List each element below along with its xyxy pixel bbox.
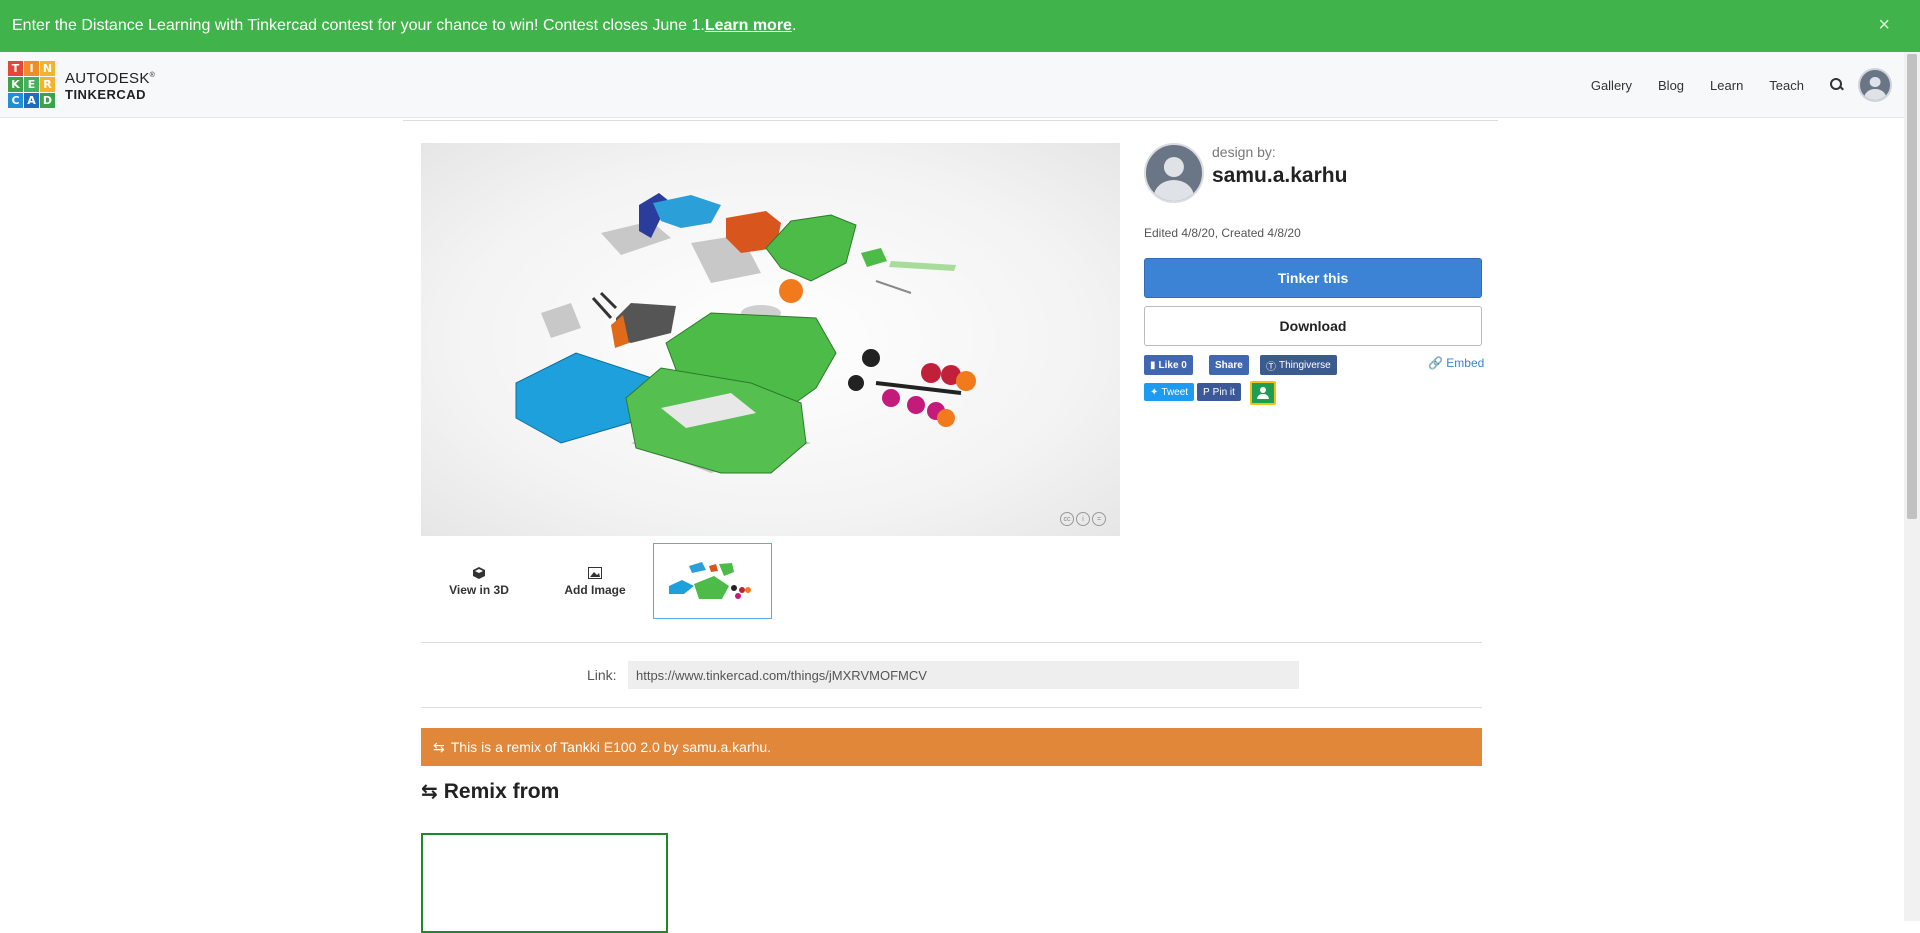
- logo-registered-mark: ®: [149, 72, 156, 79]
- thingiverse-icon: Ⓣ: [1266, 361, 1276, 373]
- link-label: Link:: [587, 667, 617, 683]
- thingiverse-button[interactable]: Ⓣ Thingiverse: [1260, 355, 1337, 375]
- design-preview-image[interactable]: cc i =: [421, 143, 1120, 536]
- logo-letter: N: [40, 61, 55, 76]
- scrollbar-thumb[interactable]: [1907, 54, 1917, 519]
- embed-label: Embed: [1446, 356, 1485, 370]
- facebook-share-button[interactable]: Share: [1209, 355, 1249, 375]
- main-nav: Gallery Blog Learn Teach: [1591, 52, 1844, 118]
- logo-autodesk: AUTODESK: [65, 70, 150, 87]
- thumbs-up-icon: ▮: [1150, 359, 1156, 371]
- designer-avatar[interactable]: [1144, 143, 1204, 203]
- close-icon[interactable]: ×: [1878, 14, 1890, 37]
- learn-more-link[interactable]: Learn more: [705, 17, 792, 35]
- thumbnail-selected[interactable]: [653, 543, 772, 619]
- nav-gallery[interactable]: Gallery: [1591, 78, 1632, 93]
- twitter-icon: ✦: [1150, 386, 1159, 398]
- remix-from-label: Remix from: [443, 779, 560, 803]
- tank-parts-render: [515, 193, 976, 474]
- nav-blog[interactable]: Blog: [1658, 78, 1684, 93]
- facebook-like-button[interactable]: ▮ Like 0: [1144, 355, 1193, 375]
- page-scrollbar[interactable]: [1904, 52, 1920, 921]
- logo-letter: R: [40, 77, 55, 92]
- logo-letter: D: [40, 93, 55, 108]
- remix-icon: ⇆: [421, 781, 438, 803]
- link-icon: 🔗: [1428, 356, 1443, 370]
- cube-icon: [473, 567, 485, 579]
- image-icon: [588, 567, 602, 579]
- divider: [421, 707, 1482, 708]
- logo-letter: C: [8, 93, 23, 108]
- add-image-label: Add Image: [564, 583, 626, 597]
- thingiverse-label: Thingiverse: [1279, 359, 1331, 371]
- pinterest-button[interactable]: P Pin it: [1197, 383, 1241, 401]
- logo-letter: I: [24, 61, 39, 76]
- logo-letter: T: [8, 61, 23, 76]
- google-classroom-icon[interactable]: [1250, 381, 1276, 405]
- sa-icon: =: [1092, 512, 1106, 526]
- search-icon[interactable]: [1830, 78, 1844, 92]
- logo-letter: K: [8, 77, 23, 92]
- nav-learn[interactable]: Learn: [1710, 78, 1743, 93]
- design-by-label: design by:: [1212, 144, 1276, 160]
- remix-source-card[interactable]: [421, 833, 668, 933]
- view-in-3d-button[interactable]: View in 3D: [421, 555, 537, 615]
- designer-name-link[interactable]: samu.a.karhu: [1212, 164, 1347, 188]
- view-in-3d-label: View in 3D: [449, 583, 509, 597]
- remix-notice-text: This is a remix of Tankki E100 2.0 by sa…: [450, 739, 772, 755]
- user-avatar[interactable]: [1858, 68, 1892, 102]
- tweet-label: Tweet: [1161, 386, 1189, 398]
- license-icons: cc i =: [1060, 512, 1106, 526]
- remix-notice: ⇆ This is a remix of Tankki E100 2.0 by …: [421, 728, 1482, 766]
- tinkercad-logo[interactable]: TIN KER CAD: [8, 61, 55, 108]
- remix-icon: ⇆: [433, 738, 445, 755]
- logo-wordmark[interactable]: AUTODESK® TINKERCAD: [65, 68, 155, 103]
- share-label: Share: [1215, 359, 1243, 371]
- pin-label: Pin it: [1212, 386, 1235, 398]
- download-button[interactable]: Download: [1144, 306, 1482, 346]
- by-icon: i: [1076, 512, 1090, 526]
- thumbnail-image: [669, 562, 751, 599]
- embed-link[interactable]: 🔗 Embed: [1428, 356, 1484, 370]
- share-link-field[interactable]: [628, 661, 1299, 689]
- edited-created-date: Edited 4/8/20, Created 4/8/20: [1144, 226, 1301, 240]
- logo-tinkercad: TINKERCAD: [65, 87, 147, 102]
- nav-teach[interactable]: Teach: [1769, 78, 1804, 93]
- logo-letter: E: [24, 77, 39, 92]
- like-label: Like 0: [1158, 359, 1187, 371]
- logo-letter: A: [24, 93, 39, 108]
- remix-from-heading: ⇆ Remix from: [421, 779, 559, 804]
- divider: [403, 120, 1498, 121]
- pinterest-icon: P: [1203, 386, 1210, 398]
- tweet-button[interactable]: ✦ Tweet: [1144, 383, 1195, 401]
- banner-text: Enter the Distance Learning with Tinkerc…: [12, 17, 705, 34]
- site-header: TIN KER CAD AUTODESK® TINKERCAD Gallery Bl…: [0, 52, 1904, 118]
- add-image-button[interactable]: Add Image: [537, 555, 653, 615]
- contest-banner: Enter the Distance Learning with Tinkerc…: [0, 0, 1920, 52]
- banner-period: .: [791, 17, 797, 34]
- divider: [421, 642, 1482, 643]
- tinker-this-button[interactable]: Tinker this: [1144, 258, 1482, 298]
- cc-icon: cc: [1060, 512, 1074, 526]
